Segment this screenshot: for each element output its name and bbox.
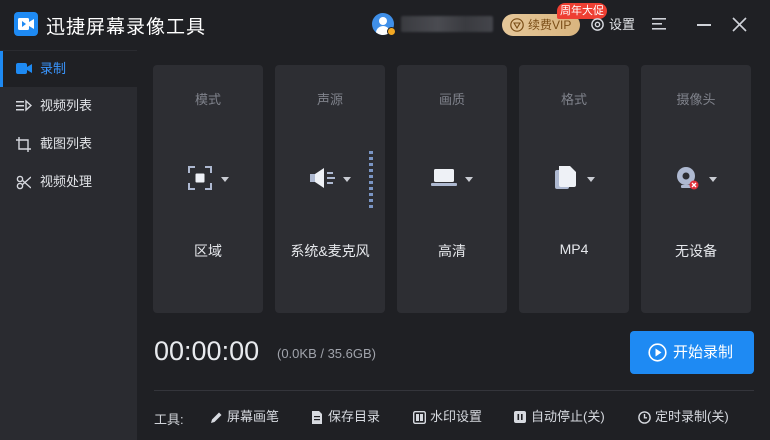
- card-quality[interactable]: 画质 高清: [397, 65, 507, 313]
- chevron-down-icon: [465, 177, 473, 182]
- menu-icon[interactable]: [652, 17, 666, 31]
- webcam-off-icon: [677, 167, 699, 190]
- tool-scheduled-record[interactable]: 定时录制(关): [638, 407, 729, 427]
- card-value: 区域: [194, 243, 222, 259]
- username-blurred[interactable]: [401, 16, 493, 32]
- minimize-icon[interactable]: [697, 24, 711, 26]
- card-title: 摄像头: [676, 92, 716, 107]
- card-title: 声源: [316, 92, 343, 107]
- sidebar-item-label: 截图列表: [40, 136, 93, 151]
- start-recording-button[interactable]: 开始录制: [630, 331, 754, 374]
- file-icon: [555, 166, 576, 189]
- quality-dropdown[interactable]: [397, 165, 507, 195]
- close-icon[interactable]: [732, 17, 747, 32]
- video-process-icon: [16, 175, 31, 190]
- avatar-badge-icon: [387, 27, 396, 36]
- sidebar-item-record[interactable]: 录制: [0, 51, 137, 87]
- pen-icon: [211, 412, 222, 423]
- chevron-down-icon: [343, 177, 351, 182]
- card-value: 无设备: [675, 243, 717, 259]
- card-webcam[interactable]: 摄像头 无设备: [641, 65, 751, 313]
- watermark-icon: [413, 411, 426, 424]
- tool-label: 保存目录: [328, 409, 381, 424]
- settings-button[interactable]: 设置: [590, 15, 635, 35]
- region-select-icon: [188, 166, 212, 190]
- card-value: 系统&麦克风: [290, 243, 370, 259]
- tools-label: 工具:: [154, 412, 184, 427]
- card-mode[interactable]: 模式 区域: [153, 65, 263, 313]
- volume-meter: [369, 151, 373, 209]
- gear-icon: [591, 18, 604, 31]
- mode-dropdown[interactable]: [153, 165, 263, 195]
- card-value: MP4: [559, 241, 589, 257]
- chevron-down-icon: [587, 177, 595, 182]
- card-value: 高清: [438, 243, 466, 259]
- sidebar-item-video-list[interactable]: 视频列表: [0, 88, 137, 124]
- tool-label: 屏幕画笔: [227, 409, 280, 424]
- sidebar-item-screenshot-list[interactable]: 截图列表: [0, 126, 137, 162]
- pause-icon: [514, 411, 526, 423]
- format-dropdown[interactable]: [519, 165, 629, 195]
- sidebar-item-video-process[interactable]: 视频处理: [0, 164, 137, 200]
- start-recording-label: 开始录制: [673, 344, 734, 361]
- chevron-down-icon: [221, 177, 229, 182]
- record-timer: 00:00:00: [154, 336, 260, 366]
- settings-label: 设置: [609, 17, 636, 32]
- sidebar-item-label: 视频列表: [40, 98, 93, 113]
- tool-watermark[interactable]: 水印设置: [413, 407, 482, 427]
- divider: [154, 390, 754, 391]
- screenshot-list-icon: [16, 137, 31, 152]
- title-bar: 迅捷屏幕录像工具 续费VIP 周年大促 设置: [0, 0, 770, 50]
- video-camera-icon: [16, 63, 32, 74]
- tool-label: 水印设置: [430, 409, 483, 424]
- active-indicator: [0, 51, 3, 87]
- play-circle-icon: [648, 343, 667, 362]
- folder-doc-icon: [312, 411, 322, 424]
- tool-auto-stop[interactable]: 自动停止(关): [514, 407, 605, 427]
- tool-save-directory[interactable]: 保存目录: [311, 407, 380, 427]
- card-title: 格式: [560, 92, 587, 107]
- sidebar-item-label: 视频处理: [40, 174, 93, 189]
- card-format[interactable]: 格式 MP4: [519, 65, 629, 313]
- app-title: 迅捷屏幕录像工具: [46, 17, 207, 38]
- chevron-down-icon: [709, 177, 717, 182]
- card-audio-source[interactable]: 声源 系统&麦克风: [275, 65, 385, 313]
- tool-label: 自动停止(关): [531, 409, 605, 424]
- laptop-icon: [431, 169, 457, 186]
- card-title: 画质: [438, 92, 465, 107]
- tool-label: 定时录制(关): [655, 409, 729, 424]
- sidebar: 录制 视频列表 截图列表 视频处理: [0, 50, 137, 440]
- clock-icon: [638, 411, 651, 424]
- app-logo-icon: [14, 12, 38, 36]
- card-title: 模式: [194, 92, 221, 107]
- speaker-icon: [310, 168, 335, 188]
- webcam-dropdown[interactable]: [641, 165, 751, 195]
- file-size-info: (0.0KB / 35.6GB): [277, 346, 376, 361]
- video-list-icon: [16, 99, 32, 112]
- sidebar-item-label: 录制: [40, 61, 67, 76]
- tool-screen-pen[interactable]: 屏幕画笔: [210, 407, 279, 427]
- renew-vip-label: 续费VIP: [528, 18, 572, 32]
- vip-diamond-icon: [510, 18, 524, 32]
